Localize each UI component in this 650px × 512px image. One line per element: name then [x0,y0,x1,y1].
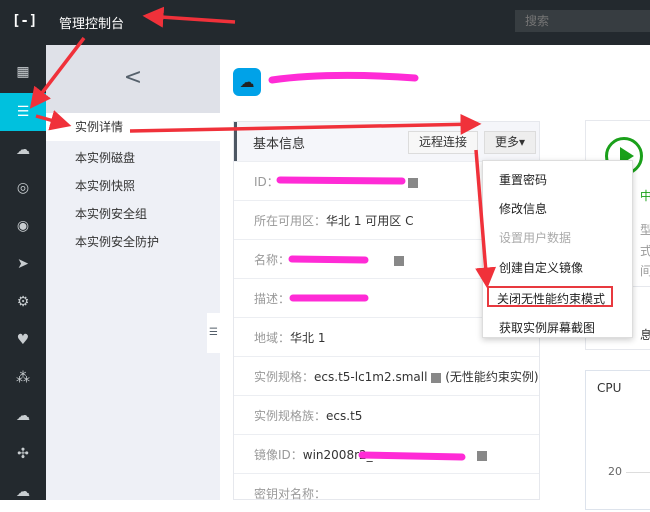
status-line: 型 [640,223,650,237]
cpu-chart: CPU 20 [585,370,650,510]
secondary-sidebar: < 实例详情 本实例磁盘 本实例快照 本实例安全组 本实例安全防护 [46,45,220,500]
sidebar-item-instance-details[interactable]: 实例详情 [46,113,220,141]
grid-icon[interactable]: ▦ [0,53,46,91]
y-tick: 20 [608,465,622,478]
shield-icon[interactable]: ♥ [0,321,46,359]
copy-icon[interactable] [431,372,442,383]
sidebar-item-disks[interactable]: 本实例磁盘 [75,149,135,166]
logo[interactable]: [-] [12,13,37,29]
instance-cloud-icon: ☁ [233,68,261,96]
cdn-icon[interactable]: ➤ [0,245,46,283]
menu-item-modify-info[interactable]: 修改信息 [499,200,547,217]
copy-icon[interactable] [476,450,487,461]
console-title[interactable]: 管理控制台 [59,13,124,32]
panel-title: 基本信息 [253,137,306,152]
cloud-icon[interactable]: ☁ [0,397,46,435]
more-dropdown-menu: 重置密码 修改信息 设置用户数据 创建自定义镜像 关闭无性能约束模式 获取实例屏… [482,160,633,338]
globe-icon[interactable]: ◎ [0,169,46,207]
top-bar: [-] 管理控制台 [0,0,650,45]
cloud-upload-icon[interactable]: ☁ [0,131,46,169]
instances-icon[interactable]: ☰ [0,93,46,131]
copy-icon[interactable] [394,255,405,266]
status-line: 式 [640,244,650,258]
menu-item-reset-password[interactable]: 重置密码 [499,171,547,188]
menu-item-create-image[interactable]: 创建自定义镜像 [499,259,583,276]
info-row-image-id: 镜像ID：win2008r2_ [234,434,539,473]
info-row-spec: 实例规格：ecs.t5-lc1m2.small (无性能约束实例) [234,356,539,395]
connect-icon[interactable]: ✣ [0,435,46,473]
collapse-sidebar-icon[interactable]: ☰ [207,313,220,353]
icon-rail: ▦ ☰ ☁ ◎ ◉ ➤ ⚙ ♥ ⁂ ☁ ✣ ☁ [0,45,46,500]
section-title: 息 [640,328,650,342]
menu-item-user-data: 设置用户数据 [499,231,572,245]
remote-connect-button[interactable]: 远程连接 [408,131,479,154]
cloud-monitor-icon[interactable]: ☁ [0,473,46,511]
info-row-spec-family: 实例规格族：ecs.t5 [234,395,539,434]
dns-icon[interactable]: ◉ [0,207,46,245]
more-button[interactable]: 更多▾ [484,131,537,154]
copy-icon[interactable] [407,177,418,188]
sidebar-item-security-groups[interactable]: 本实例安全组 [75,205,147,222]
cpu-chart-title: CPU [597,381,622,395]
search-input[interactable] [515,10,650,32]
network-icon[interactable]: ⁂ [0,359,46,397]
highlight-box [487,286,613,307]
info-row-keypair: 密钥对名称： [234,473,539,512]
status-text: 中 [640,189,650,203]
sidebar-item-snapshots[interactable]: 本实例快照 [75,177,135,194]
menu-item-screenshot[interactable]: 获取实例屏幕截图 [499,319,595,336]
status-line: 间 [640,264,650,278]
settings-icon[interactable]: ⚙ [0,283,46,321]
sidebar-item-security-protection[interactable]: 本实例安全防护 [75,233,159,250]
back-button[interactable]: < [46,45,220,113]
